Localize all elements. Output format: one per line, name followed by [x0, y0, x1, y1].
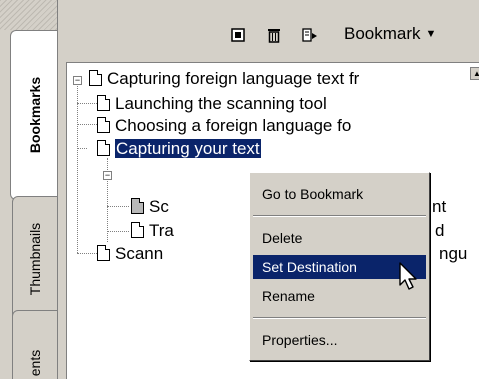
menu-item-delete[interactable]: Delete [253, 226, 426, 250]
menu-separator [253, 317, 426, 319]
tree-connector [77, 148, 87, 149]
bookmark-label-visible-end: d [435, 221, 445, 240]
bookmark-options-label: Bookmark [344, 24, 421, 43]
bookmark-row-tail: nt [432, 197, 446, 219]
bookmark-page-icon [97, 245, 110, 261]
bookmark-page-icon [97, 140, 110, 156]
bookmark-row-tail: d [435, 221, 444, 243]
scroll-up-button[interactable]: ▲ [470, 67, 479, 80]
bookmark-page-icon [89, 70, 102, 86]
tab-comments[interactable]: ents [12, 310, 58, 379]
tab-bookmarks[interactable]: Bookmarks [10, 30, 58, 200]
bookmark-page-icon [97, 95, 110, 111]
bookmark-label-visible-start: Sc [149, 197, 169, 216]
tree-connector [107, 206, 129, 207]
collapse-toggle[interactable]: − [73, 76, 82, 85]
bookmark-row[interactable]: Sc [131, 197, 169, 219]
bookmark-label: Capturing foreign language text fr [107, 69, 360, 88]
menu-separator [253, 215, 426, 217]
mouse-pointer-icon [399, 262, 417, 290]
bookmark-label-visible-start: Tra [149, 221, 174, 240]
tab-bookmarks-label: Bookmarks [26, 76, 43, 154]
tab-thumbnails-label: Thumbnails [27, 222, 43, 296]
bookmark-page-icon [131, 222, 144, 238]
menu-item-properties[interactable]: Properties... [253, 328, 426, 352]
bookmark-options-menu[interactable]: Bookmark ▼ [344, 24, 436, 44]
bookmark-label: Capturing your text [115, 139, 261, 158]
menu-item-go-to-bookmark[interactable]: Go to Bookmark [253, 182, 426, 206]
tree-connector [77, 80, 78, 253]
tree-connector [77, 103, 97, 104]
tree-connector [77, 253, 97, 254]
bookmark-row-tail: ngu [439, 244, 467, 266]
bookmarks-panel-window: Bookmarks Thumbnails ents Bookmark ▼ ▲ −… [0, 0, 479, 379]
collapse-toggle[interactable]: − [103, 171, 112, 180]
tab-thumbnails[interactable]: Thumbnails [12, 196, 58, 322]
bookmarks-toolbar: Bookmark ▼ [58, 0, 479, 62]
tab-comments-label: ents [27, 349, 43, 377]
bookmark-page-icon [131, 198, 144, 214]
bookmark-page-icon [97, 117, 110, 133]
chevron-down-icon: ▼ [425, 28, 437, 40]
delete-icon[interactable] [266, 28, 282, 46]
bookmark-row[interactable]: Scann [97, 244, 163, 266]
bookmark-label-visible-end: nt [432, 197, 447, 216]
new-bookmark-icon[interactable] [230, 28, 246, 46]
bookmark-label-visible-end: ngu [439, 244, 468, 263]
gripper[interactable] [0, 0, 58, 30]
bookmark-row-selected[interactable]: Capturing your text [97, 139, 261, 161]
tree-connector [107, 231, 129, 232]
bookmark-row[interactable]: Capturing foreign language text fr [89, 69, 359, 91]
bookmark-label-visible-start: Scann [115, 244, 164, 263]
bookmark-label: Choosing a foreign language fo [115, 116, 352, 135]
expand-icon[interactable] [302, 28, 318, 46]
bookmark-row[interactable]: Tra [131, 221, 174, 243]
bookmark-row[interactable]: Launching the scanning tool [97, 94, 327, 116]
navigation-tab-strip: Bookmarks Thumbnails ents [0, 0, 58, 379]
bookmark-row[interactable]: Choosing a foreign language fo [97, 116, 351, 138]
bookmark-label: Launching the scanning tool [115, 94, 327, 113]
tree-connector [77, 124, 97, 125]
